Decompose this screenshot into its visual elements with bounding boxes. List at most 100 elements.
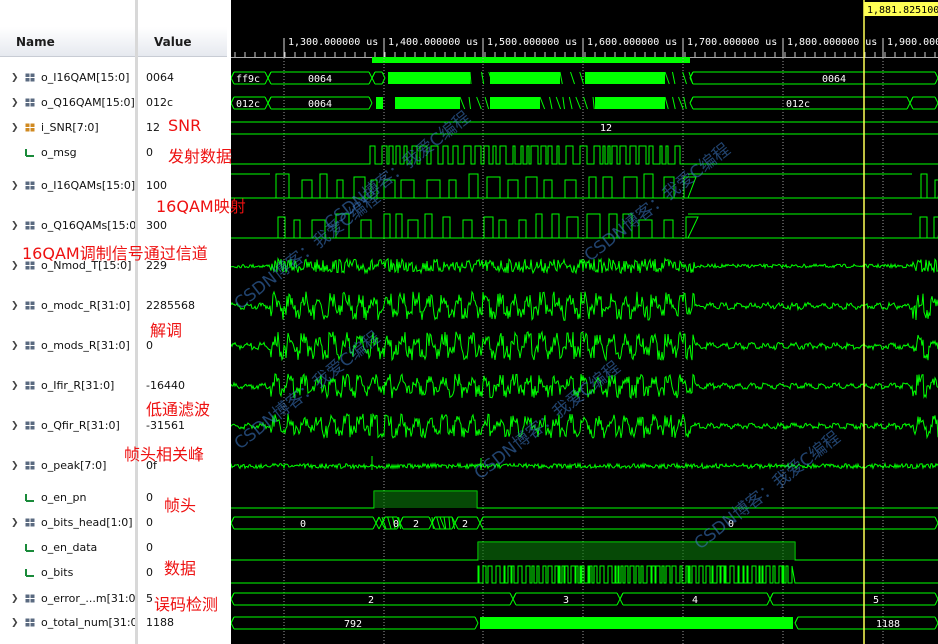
name-column-header[interactable]: Name xyxy=(0,27,135,57)
q16qam-bus xyxy=(368,96,373,104)
expand-chevron-icon[interactable]: ❯ xyxy=(11,93,19,113)
i16qam-dense xyxy=(559,71,563,85)
q16qam-bus xyxy=(264,102,269,110)
annotation-data: 数据 xyxy=(164,559,197,578)
expand-chevron-icon[interactable]: ❯ xyxy=(11,613,19,633)
expand-chevron-icon[interactable]: ❯ xyxy=(11,376,19,396)
q16qam-dense xyxy=(484,96,490,110)
bits-head-bus xyxy=(454,522,459,530)
bus-value-label: 012c xyxy=(236,99,260,110)
signal-row[interactable]: ❯ o_modc_R[31:0] 2285568 xyxy=(0,296,230,316)
signal-value: 1188 xyxy=(146,616,174,629)
signal-name: o_en_pn xyxy=(41,491,87,504)
i16qam-bus xyxy=(368,77,373,85)
annotation-msg: 发射数据 xyxy=(168,147,233,166)
i16qam-bus xyxy=(231,77,235,85)
signal-row[interactable]: ❯ o_bits_head[1:0] 0 xyxy=(0,513,230,533)
q16qam-bus xyxy=(906,102,911,110)
error-num-bus xyxy=(619,598,624,606)
signal-row[interactable]: ❯ o_Ifir_R[31:0] -16440 xyxy=(0,376,230,396)
waveform-canvas[interactable]: 1,300.000000 us 1,400.000000 us 1,500.0000… xyxy=(231,0,938,644)
signal-name: o_Ifir_R[31:0] xyxy=(41,379,115,392)
bus-value-label: 2 xyxy=(368,595,374,606)
bus-value-label: ff9c xyxy=(236,74,260,85)
q16qam-dense xyxy=(376,97,383,109)
i16qam-dense xyxy=(664,71,670,85)
signal-name: o_bits xyxy=(41,566,74,579)
annotation-head: 帧头 xyxy=(164,496,197,515)
signal-name: o_bits_head[1:0] xyxy=(41,516,133,529)
expand-chevron-icon[interactable]: ❯ xyxy=(11,416,19,436)
i16qam-bus xyxy=(371,77,376,85)
q16qam-dense xyxy=(468,96,472,110)
signal-name: o_mods_R[31:0] xyxy=(41,339,130,352)
q16qam-dense xyxy=(678,96,684,110)
bits-head-dense xyxy=(387,516,392,530)
signal-name: o_Q16QAMs[15:0 xyxy=(41,219,135,232)
signal-name: o_I16QAMs[15:0] xyxy=(41,179,135,192)
modc-trace xyxy=(231,290,938,322)
bus-value-label: 792 xyxy=(344,619,362,630)
signal-name: o_I16QAM[15:0] xyxy=(41,71,130,84)
time-tick-label: 1,900.000 xyxy=(887,37,938,48)
q16qam-dense xyxy=(459,96,466,110)
bits-head-bus xyxy=(399,516,404,524)
expand-chevron-icon[interactable]: ❯ xyxy=(11,513,19,533)
i16qam-bus xyxy=(381,71,386,79)
signal-value: 0 xyxy=(146,516,153,529)
i16qam-dense xyxy=(671,71,676,85)
bus-value-label: 0064 xyxy=(308,99,332,110)
expand-chevron-icon[interactable]: ❯ xyxy=(11,589,19,609)
signal-name: o_error_...m[31:0 xyxy=(41,592,135,605)
time-ruler xyxy=(231,0,938,58)
watermark-text: CSDN博客：我爱C编程 xyxy=(321,108,475,234)
signal-row[interactable]: ❯ o_mods_R[31:0] 0 xyxy=(0,336,230,356)
signal-row[interactable]: ❯ o_I16QAM[15:0] 0064 xyxy=(0,68,230,88)
i16qam-dense xyxy=(570,71,576,85)
bus-value-label: 12 xyxy=(600,123,612,134)
bits-head-bus xyxy=(476,516,481,524)
bits-head-bus xyxy=(231,516,235,524)
total-num-bus xyxy=(794,616,799,624)
time-tick-label: 1,700.000000 us xyxy=(687,37,777,48)
signal-row[interactable]: ❯ o_total_num[31:0 1188 xyxy=(0,613,230,633)
i16qam-dense xyxy=(469,71,472,85)
q16qam-dense xyxy=(539,96,546,110)
expand-chevron-icon[interactable]: ❯ xyxy=(11,336,19,356)
en-pn-fill xyxy=(374,491,477,508)
msg-trace xyxy=(231,145,938,165)
expand-chevron-icon[interactable]: ❯ xyxy=(11,68,19,88)
annotation-lpf: 低通滤波 xyxy=(146,400,211,419)
expand-chevron-icon[interactable]: ❯ xyxy=(11,216,19,236)
annotation-err: 误码检测 xyxy=(154,595,219,614)
time-tick-label: 1,600.000000 us xyxy=(587,37,677,48)
i16qam-bus xyxy=(267,77,272,85)
bits-head-bus xyxy=(375,516,380,524)
bus-value-label: 2 xyxy=(413,519,419,530)
i16qam-dense xyxy=(490,72,560,84)
q16qam-dense xyxy=(575,96,582,110)
signal-row[interactable]: ❯ o_Q16QAM[15:0] 012c xyxy=(0,93,230,113)
expand-chevron-icon[interactable]: ❯ xyxy=(11,118,19,138)
i16qams-trace xyxy=(231,173,938,199)
q16qam-bus xyxy=(267,102,272,110)
q16qam-bus xyxy=(909,96,914,104)
annotation-demod: 解调 xyxy=(150,321,183,340)
value-column-header[interactable]: Value xyxy=(138,27,227,57)
q16qam-dense xyxy=(592,96,595,110)
en-pn-trace xyxy=(231,490,938,509)
en-data-fill xyxy=(478,542,795,560)
error-num-bus xyxy=(231,598,235,606)
i16qam-bus xyxy=(231,71,235,79)
expand-chevron-icon[interactable]: ❯ xyxy=(11,256,19,276)
signal-row[interactable]: ❯ o_Q16QAMs[15:0 300 xyxy=(0,216,230,236)
q16qam-dense xyxy=(555,96,562,110)
bus-value-label: 012c xyxy=(786,99,810,110)
watermark-text: CSDN博客：我爱C编程 xyxy=(581,140,735,266)
expand-chevron-icon[interactable]: ❯ xyxy=(11,456,19,476)
expand-chevron-icon[interactable]: ❯ xyxy=(11,296,19,316)
expand-chevron-icon[interactable]: ❯ xyxy=(11,176,19,196)
bus-value-label: 1188 xyxy=(876,619,900,630)
signal-value: -16440 xyxy=(146,379,185,392)
error-num-bus xyxy=(512,592,517,600)
